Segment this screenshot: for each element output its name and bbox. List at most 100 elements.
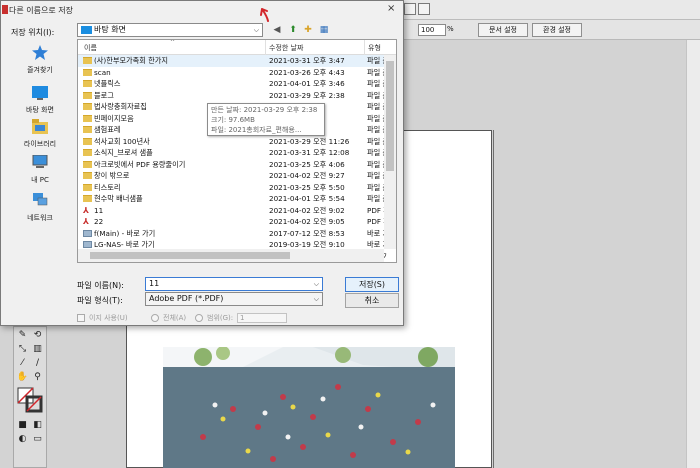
- filetype-value: Adobe PDF (*.PDF): [149, 294, 224, 303]
- color-mode-icon[interactable]: ■: [16, 419, 29, 431]
- zoom-input[interactable]: 100: [418, 24, 446, 36]
- file-name: 블로그: [94, 90, 114, 100]
- file-rows: (사)한부모가족회 한가지 2021-03-31 오후 3:47 파일 폴 scan 2…: [78, 55, 387, 262]
- new-folder-icon[interactable]: ✚: [302, 24, 314, 36]
- tools-panel: ✎ ⟲ ⤡ ▥ ⁄ ∕ ✋ ⚲ ■ ◧ ◐ ▭: [13, 326, 47, 468]
- column-separator[interactable]: [364, 40, 365, 55]
- filetype-dropdown[interactable]: Adobe PDF (*.PDF) ⌵: [145, 292, 323, 306]
- file-date: 2021-03-25 오후 5:50: [269, 182, 345, 192]
- file-name: 석사교회 100년사: [94, 136, 150, 146]
- file-row[interactable]: scan 2021-03-26 오후 4:43 파일 폴: [78, 67, 387, 79]
- chevron-down-icon[interactable]: ⌵: [314, 278, 319, 290]
- file-date: 2021-04-01 오후 3:46: [269, 79, 345, 88]
- file-row[interactable]: 소식지_브로셔 샘플 2021-03-31 오후 12:08 파일 폴: [78, 147, 387, 159]
- app-icon-a[interactable]: [404, 3, 416, 15]
- canvas-vertical-scrollbar[interactable]: [686, 40, 700, 468]
- folder-icon: [83, 114, 92, 122]
- file-row[interactable]: f(Main) - 바로 가기 2017-07-12 오전 8:53 바로 가: [78, 228, 387, 240]
- close-icon[interactable]: ×: [387, 3, 395, 14]
- acrobat-app-icon: [2, 5, 8, 14]
- place-label: 바탕 화면: [26, 106, 54, 114]
- file-row[interactable]: (사)한부모가족회 한가지 2021-03-31 오후 3:47 파일 폴: [78, 55, 387, 67]
- zoom-unit: %: [447, 25, 454, 33]
- folder-icon: [83, 68, 92, 76]
- file-list-header: ^ 이름 수정한 날짜 유형: [78, 40, 396, 55]
- first-use-checkbox[interactable]: [77, 314, 85, 322]
- cancel-button[interactable]: 취소: [345, 293, 399, 308]
- file-row[interactable]: ⅄112021-04-02 오전 9:02PDF 파: [78, 205, 387, 217]
- range-radio[interactable]: [195, 314, 203, 322]
- column-separator[interactable]: [265, 40, 266, 55]
- file-name: 22: [94, 217, 104, 226]
- folder-icon: [83, 126, 92, 133]
- view-menu-icon[interactable]: ▦: [318, 24, 330, 36]
- file-list-horizontal-scrollbar[interactable]: [78, 249, 384, 262]
- save-in-dropdown[interactable]: 바탕 화면 ⌵: [77, 23, 263, 37]
- folder-icon: [83, 172, 92, 179]
- place-desktop[interactable]: 바탕 화면: [6, 85, 74, 119]
- range-input[interactable]: 1: [237, 313, 287, 323]
- file-row[interactable]: ⅄222021-04-02 오전 9:05PDF 파: [78, 216, 387, 228]
- file-row[interactable]: 석사교회 100년사 2021-03-29 오전 11:26 파일 폴: [78, 136, 387, 148]
- all-pages-radio[interactable]: [151, 314, 159, 322]
- file-date: 2021-03-25 오후 4:06: [269, 159, 345, 169]
- place-library[interactable]: 라이브러리: [6, 119, 74, 153]
- gradient-mode-icon[interactable]: ◧: [31, 419, 44, 431]
- doc-setup-button[interactable]: 문서 설정: [478, 23, 528, 37]
- zoom-tool-icon[interactable]: ⚲: [31, 371, 44, 383]
- eyedropper-tool-icon[interactable]: ⁄: [16, 357, 29, 369]
- column-date[interactable]: 수정한 날짜: [269, 43, 303, 53]
- tooltip-files: 파일: 2021총회자료_편해용...: [211, 126, 302, 134]
- rotate-tool-icon[interactable]: ⟲: [31, 329, 44, 341]
- draw-mode-icon[interactable]: ◐: [16, 433, 29, 445]
- annotation-arrow-icon: [260, 8, 269, 22]
- file-tooltip: 만든 날짜: 2021-03-29 오후 2:38 크기: 97.6MB 파일:…: [207, 103, 325, 136]
- save-button[interactable]: 저장(S): [345, 277, 399, 292]
- hand-tool-icon[interactable]: ✋: [16, 371, 29, 383]
- place-network[interactable]: 네트워크: [6, 193, 74, 227]
- library-icon: [32, 119, 48, 134]
- column-name[interactable]: 이름: [84, 43, 97, 53]
- folder-icon: [83, 195, 92, 202]
- file-name: 현수막 배너샘플: [94, 194, 143, 203]
- scroll-thumb[interactable]: [90, 252, 290, 259]
- tooltip-created: 만든 날짜: 2021-03-29 오후 2:38: [211, 106, 318, 114]
- graph-tool-icon[interactable]: ▥: [31, 343, 44, 355]
- folder-icon: [83, 91, 92, 99]
- file-row[interactable]: 블로그 2021-03-29 오후 2:38 파일 폴: [78, 90, 387, 102]
- file-date: 2021-03-31 오후 12:08: [269, 148, 350, 157]
- canvas-edge: [493, 130, 494, 468]
- column-type[interactable]: 유형: [368, 43, 381, 53]
- file-name: f(Main) - 바로 가기: [94, 228, 156, 238]
- prefs-button[interactable]: 환경 설정: [532, 23, 582, 37]
- file-list-vertical-scrollbar[interactable]: [384, 55, 396, 249]
- file-date: 2021-03-26 오후 4:43: [269, 67, 345, 77]
- file-date: 2021-03-29 오후 2:38: [269, 90, 345, 100]
- app-icon-b[interactable]: [418, 3, 430, 15]
- fill-stroke-swatch-icon[interactable]: [17, 387, 43, 413]
- scroll-thumb[interactable]: [386, 61, 394, 171]
- blend-tool-icon[interactable]: ∕: [31, 357, 44, 369]
- places-bar: 즐겨찾기 바탕 화면 라이브러리 내 PC 네트워크: [6, 39, 74, 271]
- file-row[interactable]: 현수막 배너샘플 2021-04-01 오후 5:54 파일 폴: [78, 193, 387, 205]
- file-row[interactable]: 아크로빗에서 PDF 용량줄이기 2021-03-25 오후 4:06 파일 폴: [78, 159, 387, 171]
- place-label: 즐겨찾기: [27, 66, 53, 74]
- desktop-folder-icon: [81, 26, 92, 34]
- scale-tool-icon[interactable]: ⤡: [16, 343, 29, 355]
- file-row[interactable]: 넷플릭스 2021-04-01 오후 3:46 파일 폴: [78, 78, 387, 90]
- up-folder-icon[interactable]: ⬆: [287, 24, 299, 36]
- filename-input[interactable]: 11 ⌵: [145, 277, 323, 291]
- pdf-file-icon: ⅄: [83, 217, 90, 226]
- save-in-value: 바탕 화면: [94, 25, 126, 34]
- file-name: 소식지_브로셔 샘플: [94, 148, 153, 157]
- back-icon[interactable]: ◀: [271, 24, 283, 36]
- file-row[interactable]: 창이 밖으로 2021-04-02 오전 9:27 파일 폴: [78, 170, 387, 182]
- file-name: 아크로빗에서 PDF 용량줄이기: [94, 159, 186, 169]
- place-favorites[interactable]: 즐겨찾기: [6, 45, 74, 79]
- place-this-pc[interactable]: 내 PC: [6, 155, 74, 189]
- all-pages-label: 전체(A): [163, 314, 187, 322]
- screen-mode-icon[interactable]: ▭: [31, 433, 44, 445]
- pen-tool-icon[interactable]: ✎: [16, 329, 29, 341]
- file-row[interactable]: 티스토리 2021-03-25 오후 5:50 파일 폴: [78, 182, 387, 194]
- file-list[interactable]: ^ 이름 수정한 날짜 유형 (사)한부모가족회 한가지 2021-03-31 오…: [77, 39, 397, 263]
